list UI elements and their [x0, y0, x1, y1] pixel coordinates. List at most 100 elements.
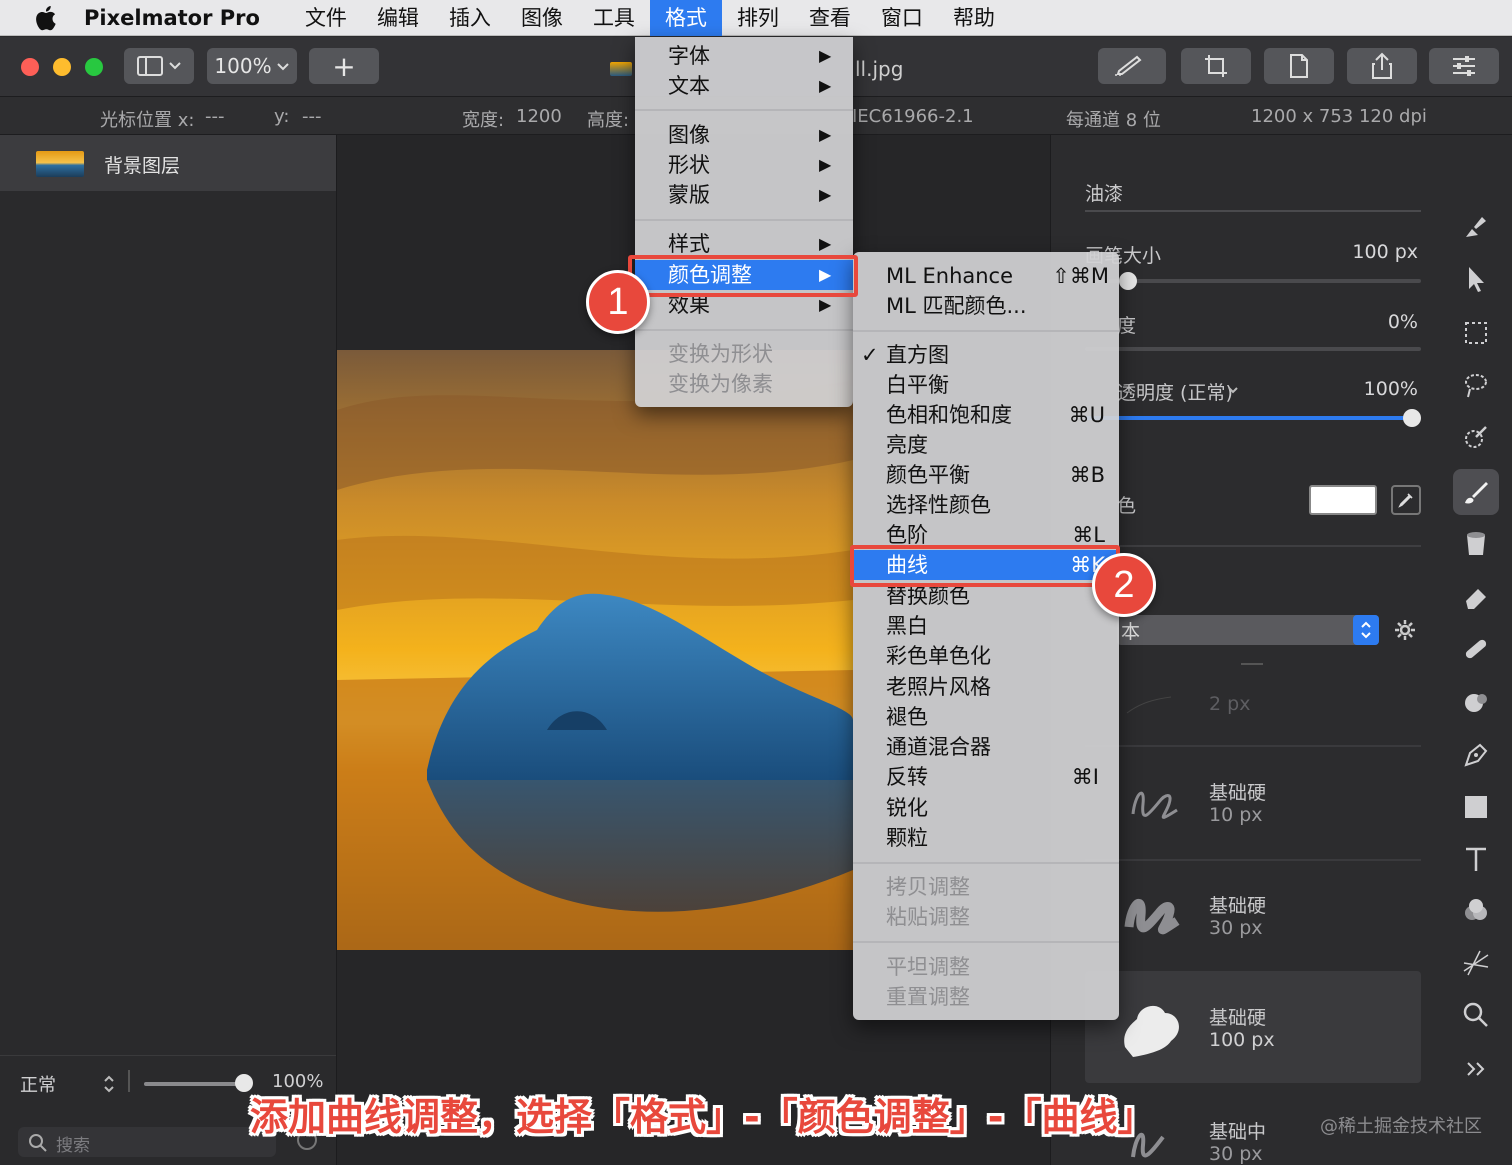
menu-item-selective-color[interactable]: 选择性颜色	[853, 490, 1119, 520]
opacity-label[interactable]: 透明度 (正常)	[1117, 378, 1233, 405]
chevron-down-icon	[276, 63, 289, 71]
brush-preset-label: 本	[1121, 621, 1141, 643]
menu-view[interactable]: 查看	[794, 0, 866, 36]
preset-stepper[interactable]	[1353, 615, 1379, 645]
divider	[1085, 745, 1421, 747]
divider	[128, 1070, 130, 1092]
tool-lasso[interactable]	[1456, 365, 1496, 405]
menu-insert[interactable]: 插入	[434, 0, 506, 36]
new-document-button[interactable]	[1264, 48, 1334, 84]
brush-preset-select[interactable]: 本	[1117, 615, 1379, 645]
brush-size: 30 px	[1209, 1143, 1263, 1165]
menu-item-convert-to-shape[interactable]: 变换为形状	[635, 339, 853, 369]
crop-icon	[1205, 55, 1227, 77]
gear-icon[interactable]	[1393, 618, 1417, 642]
adjust-panel-button[interactable]	[1429, 48, 1499, 84]
menu-arrange[interactable]: 排列	[722, 0, 794, 36]
layer-opacity-slider[interactable]	[144, 1082, 244, 1086]
menu-item-fade[interactable]: 褪色	[853, 702, 1119, 732]
sliders-icon	[1453, 56, 1475, 76]
color-swatch[interactable]	[1309, 485, 1377, 515]
menu-format[interactable]: 格式	[649, 0, 722, 36]
menu-item-paste-adjustments[interactable]: 粘贴调整	[853, 902, 1119, 932]
menu-item-copy-adjustments[interactable]: 拷贝调整	[853, 872, 1119, 902]
brush-item-3-selected[interactable]: 基础硬 100 px	[1085, 971, 1421, 1083]
menu-item-ml-enhance[interactable]: ML Enhance ⇧⌘M	[853, 261, 1119, 291]
menu-item-image[interactable]: 图像 ▶	[635, 120, 853, 150]
brush-size-knob[interactable]	[1119, 272, 1137, 290]
tool-fill[interactable]	[1456, 523, 1496, 563]
brush-stroke-icon	[1124, 1005, 1179, 1057]
tool-pen[interactable]	[1456, 735, 1496, 775]
menu-item-white-balance[interactable]: 白平衡	[853, 370, 1119, 400]
menu-item-flatten-adjustments[interactable]: 平坦调整	[853, 952, 1119, 982]
tool-paint[interactable]	[1453, 469, 1499, 515]
tool-zoom[interactable]	[1456, 995, 1496, 1035]
add-button[interactable]: +	[309, 48, 379, 84]
menu-item-black-white[interactable]: 黑白	[853, 611, 1119, 641]
apple-icon[interactable]	[30, 2, 62, 34]
menu-item-shape[interactable]: 形状 ▶	[635, 150, 853, 180]
close-window-button[interactable]	[21, 58, 39, 76]
menu-image[interactable]: 图像	[506, 0, 578, 36]
menu-edit[interactable]: 编辑	[362, 0, 434, 36]
zoom-window-button[interactable]	[85, 58, 103, 76]
menu-item-font[interactable]: 字体 ▶	[635, 41, 853, 71]
menu-help[interactable]: 帮助	[938, 0, 1010, 36]
menu-item-hue-saturation[interactable]: 色相和饱和度 ⌘U	[853, 400, 1119, 430]
tool-distort[interactable]	[1456, 943, 1496, 983]
layer-search-field[interactable]: 搜索	[18, 1127, 276, 1157]
bit-depth: 每通道 8 位	[1066, 110, 1161, 131]
menu-item-grain[interactable]: 颗粒	[853, 823, 1119, 853]
image-canvas[interactable]	[337, 350, 853, 950]
menu-item-brightness[interactable]: 亮度	[853, 430, 1119, 460]
callout-box-1	[628, 255, 858, 297]
crop-button[interactable]	[1181, 48, 1251, 84]
opacity-slider-knob[interactable]	[1403, 409, 1421, 427]
eyedropper-button[interactable]	[1391, 485, 1421, 515]
paint-mode-button[interactable]	[1098, 48, 1166, 84]
app-name[interactable]: Pixelmator Pro	[84, 6, 260, 30]
share-button[interactable]	[1347, 48, 1417, 84]
tool-color-picker[interactable]	[1456, 891, 1496, 931]
tool-erase[interactable]	[1456, 577, 1496, 617]
menu-item-reset-adjustments[interactable]: 重置调整	[853, 982, 1119, 1012]
menu-item-convert-to-pixels[interactable]: 变换为像素	[635, 369, 853, 399]
minimize-window-button[interactable]	[53, 58, 71, 76]
menu-item-mask[interactable]: 蒙版 ▶	[635, 180, 853, 210]
tool-shapes[interactable]	[1456, 787, 1496, 827]
tool-color-adjust[interactable]	[1456, 683, 1496, 723]
sidebar-toggle-button[interactable]	[124, 48, 194, 84]
color-adjust-icon	[1465, 694, 1487, 712]
more-tools-button[interactable]	[1456, 1049, 1496, 1089]
drag-handle[interactable]	[1241, 663, 1263, 665]
menu-item-histogram[interactable]: ✓ 直方图	[853, 340, 1119, 370]
row2-slider[interactable]	[1085, 347, 1421, 351]
menu-item-invert[interactable]: 反转 ⌘I	[853, 762, 1119, 792]
menu-item-channel-mixer[interactable]: 通道混合器	[853, 732, 1119, 762]
layer-row-background[interactable]: 背景图层	[0, 135, 336, 191]
zoom-select[interactable]: 100%	[207, 48, 297, 84]
menu-file[interactable]: 文件	[290, 0, 362, 36]
menu-item-sharpen[interactable]: 锐化	[853, 793, 1119, 823]
tool-retouch[interactable]	[1456, 629, 1496, 669]
blend-mode-select[interactable]: 正常	[20, 1071, 56, 1097]
menu-item-sepia[interactable]: 老照片风格	[853, 672, 1119, 702]
callout-box-2	[850, 545, 1120, 587]
menu-item-color-monochrome[interactable]: 彩色单色化	[853, 641, 1119, 671]
brush-item-1[interactable]: 基础硬 10 px	[1085, 760, 1421, 860]
tool-type[interactable]	[1456, 839, 1496, 879]
tool-select[interactable]	[1456, 313, 1496, 353]
text-icon	[1466, 847, 1486, 871]
menu-item-ml-match-colors[interactable]: ML 匹配颜色...	[853, 291, 1119, 321]
tool-arrange[interactable]	[1456, 259, 1496, 299]
menu-window[interactable]: 窗口	[866, 0, 938, 36]
opacity-value: 100%	[1363, 378, 1418, 400]
tool-style[interactable]	[1456, 207, 1496, 247]
brush-item-2[interactable]: 基础硬 30 px	[1085, 873, 1421, 973]
tool-magic-wand[interactable]	[1456, 419, 1496, 459]
brush-item-thin[interactable]: 2 px	[1085, 675, 1421, 745]
menu-item-text[interactable]: 文本 ▶	[635, 71, 853, 101]
menu-item-color-balance[interactable]: 颜色平衡 ⌘B	[853, 460, 1119, 490]
menu-tools[interactable]: 工具	[578, 0, 650, 36]
